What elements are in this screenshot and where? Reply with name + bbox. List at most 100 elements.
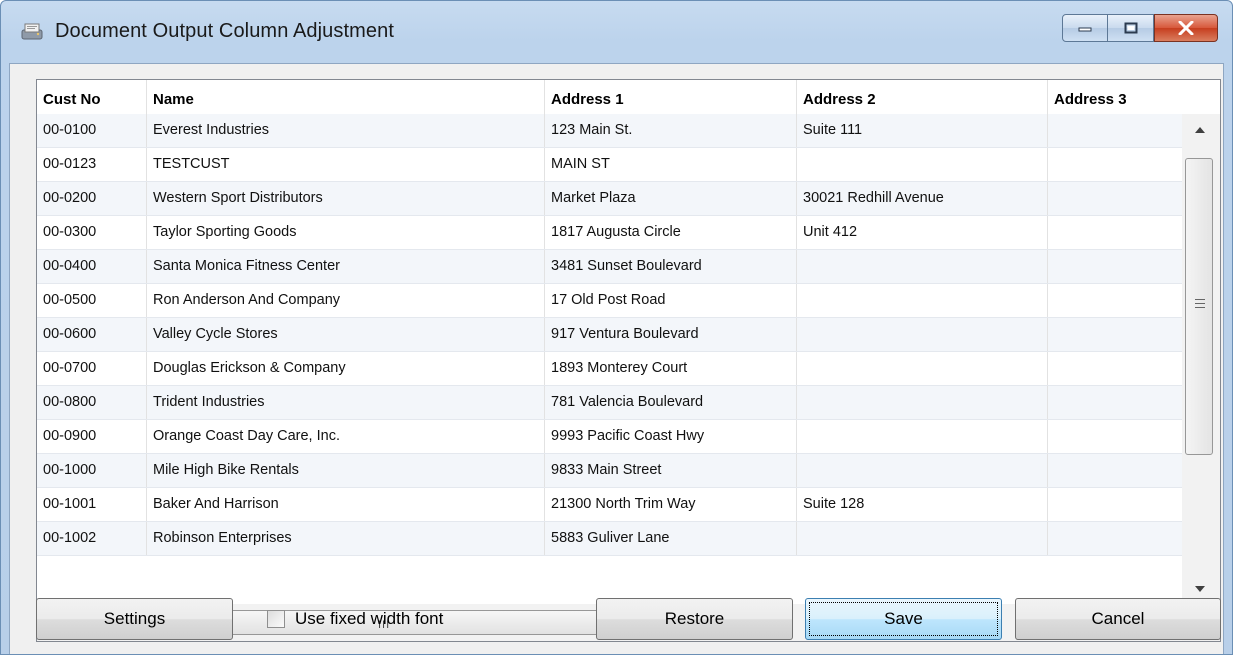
maximize-button[interactable] [1108,14,1154,42]
title-bar[interactable]: Document Output Column Adjustment [1,1,1232,63]
cell-cust-no[interactable]: 00-0123 [37,148,147,181]
table-row[interactable]: 00-0700 Douglas Erickson & Company 1893 Mo… [37,352,1182,386]
customer-grid[interactable]: Cust No Name Address 1 Address 2 Address… [36,79,1221,642]
fixed-width-font-label[interactable]: Use fixed width font [295,609,443,629]
cell-address-2[interactable] [797,420,1048,453]
cell-address-2[interactable]: Unit 412 [797,216,1048,249]
cell-cust-no[interactable]: 00-1002 [37,522,147,555]
table-row[interactable]: 00-1000 Mile High Bike Rentals 9833 Main S… [37,454,1182,488]
cell-name[interactable]: Orange Coast Day Care, Inc. [147,420,545,453]
cell-name[interactable]: Santa Monica Fitness Center [147,250,545,283]
table-row[interactable]: 00-0300 Taylor Sporting Goods 1817 Augusta… [37,216,1182,250]
cell-address-3[interactable] [1048,148,1182,181]
cell-address-3[interactable] [1048,182,1182,215]
cell-name[interactable]: Baker And Harrison [147,488,545,521]
scroll-down-icon[interactable] [1195,586,1205,592]
settings-button[interactable]: Settings [36,598,233,640]
table-row[interactable]: 00-0123 TESTCUST MAIN ST [37,148,1182,182]
cell-cust-no[interactable]: 00-1001 [37,488,147,521]
table-row[interactable]: 00-1001 Baker And Harrison 21300 North Tri… [37,488,1182,522]
cell-address-1[interactable]: 3481 Sunset Boulevard [545,250,797,283]
cell-address-3[interactable] [1048,114,1182,147]
close-button[interactable] [1154,14,1218,42]
cell-address-2[interactable] [797,386,1048,419]
column-header-name[interactable]: Name [147,80,545,114]
cell-address-1[interactable]: 781 Valencia Boulevard [545,386,797,419]
cell-name[interactable]: Trident Industries [147,386,545,419]
minimize-button[interactable] [1062,14,1108,42]
cell-address-3[interactable] [1048,216,1182,249]
cell-address-3[interactable] [1048,318,1182,351]
cell-address-1[interactable]: Market Plaza [545,182,797,215]
cell-cust-no[interactable]: 00-0500 [37,284,147,317]
cell-address-1[interactable]: 21300 North Trim Way [545,488,797,521]
cell-cust-no[interactable]: 00-0200 [37,182,147,215]
cell-name[interactable]: Douglas Erickson & Company [147,352,545,385]
cell-name[interactable]: Robinson Enterprises [147,522,545,555]
cell-name[interactable]: Everest Industries [147,114,545,147]
cell-name[interactable]: TESTCUST [147,148,545,181]
cell-cust-no[interactable]: 00-0700 [37,352,147,385]
cell-address-2[interactable] [797,522,1048,555]
cell-cust-no[interactable]: 00-0900 [37,420,147,453]
cell-name[interactable]: Valley Cycle Stores [147,318,545,351]
cell-cust-no[interactable]: 00-0800 [37,386,147,419]
cell-address-3[interactable] [1048,454,1182,487]
table-row[interactable]: 00-0100 Everest Industries 123 Main St. Sui… [37,114,1182,148]
cell-address-1[interactable]: 1817 Augusta Circle [545,216,797,249]
cell-address-3[interactable] [1048,284,1182,317]
table-row[interactable]: 00-0400 Santa Monica Fitness Center 3481 S… [37,250,1182,284]
cell-address-2[interactable] [797,284,1048,317]
cell-address-2[interactable]: 30021 Redhill Avenue [797,182,1048,215]
cell-address-3[interactable] [1048,352,1182,385]
column-header-address-2[interactable]: Address 2 [797,80,1048,114]
table-row[interactable]: 00-0600 Valley Cycle Stores 917 Ventura Bo… [37,318,1182,352]
cell-address-1[interactable]: MAIN ST [545,148,797,181]
cell-address-2[interactable] [797,454,1048,487]
cell-address-2[interactable] [797,352,1048,385]
cell-name[interactable]: Mile High Bike Rentals [147,454,545,487]
cell-cust-no[interactable]: 00-0600 [37,318,147,351]
cell-address-3[interactable] [1048,420,1182,453]
table-row[interactable]: 00-0900 Orange Coast Day Care, Inc. 9993 P… [37,420,1182,454]
table-row[interactable]: 00-1002 Robinson Enterprises 5883 Guliver … [37,522,1182,556]
cell-address-2[interactable]: Suite 111 [797,114,1048,147]
vertical-scrollbar[interactable] [1182,114,1220,604]
cell-address-2[interactable] [797,318,1048,351]
cell-name[interactable]: Ron Anderson And Company [147,284,545,317]
table-row[interactable]: 00-0800 Trident Industries 781 Valencia Bo… [37,386,1182,420]
fixed-width-font-checkbox[interactable] [267,610,285,628]
cell-cust-no[interactable]: 00-1000 [37,454,147,487]
column-header-cust-no[interactable]: Cust No [37,80,147,114]
cell-name[interactable]: Taylor Sporting Goods [147,216,545,249]
cell-cust-no[interactable]: 00-0400 [37,250,147,283]
column-header-address-1[interactable]: Address 1 [545,80,797,114]
cell-address-1[interactable]: 1893 Monterey Court [545,352,797,385]
cell-address-3[interactable] [1048,386,1182,419]
cell-address-1[interactable]: 17 Old Post Road [545,284,797,317]
scroll-up-icon[interactable] [1195,127,1205,133]
cancel-button[interactable]: Cancel [1015,598,1221,640]
fixed-width-font-option[interactable]: Use fixed width font [267,608,443,630]
cell-address-3[interactable] [1048,488,1182,521]
vertical-scroll-thumb[interactable] [1185,158,1213,455]
dialog-body: Cust No Name Address 1 Address 2 Address… [9,63,1224,654]
table-row[interactable]: 00-0200 Western Sport Distributors Market … [37,182,1182,216]
cell-address-3[interactable] [1048,250,1182,283]
cell-cust-no[interactable]: 00-0100 [37,114,147,147]
cell-name[interactable]: Western Sport Distributors [147,182,545,215]
cell-address-1[interactable]: 9993 Pacific Coast Hwy [545,420,797,453]
cell-cust-no[interactable]: 00-0300 [37,216,147,249]
table-row[interactable]: 00-0500 Ron Anderson And Company 17 Old Po… [37,284,1182,318]
cell-address-2[interactable] [797,250,1048,283]
cell-address-1[interactable]: 917 Ventura Boulevard [545,318,797,351]
column-header-address-3[interactable]: Address 3 [1048,80,1182,114]
cell-address-1[interactable]: 5883 Guliver Lane [545,522,797,555]
cell-address-1[interactable]: 9833 Main Street [545,454,797,487]
save-button[interactable]: Save [805,598,1002,640]
cell-address-2[interactable]: Suite 128 [797,488,1048,521]
cell-address-3[interactable] [1048,522,1182,555]
cell-address-1[interactable]: 123 Main St. [545,114,797,147]
restore-button[interactable]: Restore [596,598,793,640]
cell-address-2[interactable] [797,148,1048,181]
